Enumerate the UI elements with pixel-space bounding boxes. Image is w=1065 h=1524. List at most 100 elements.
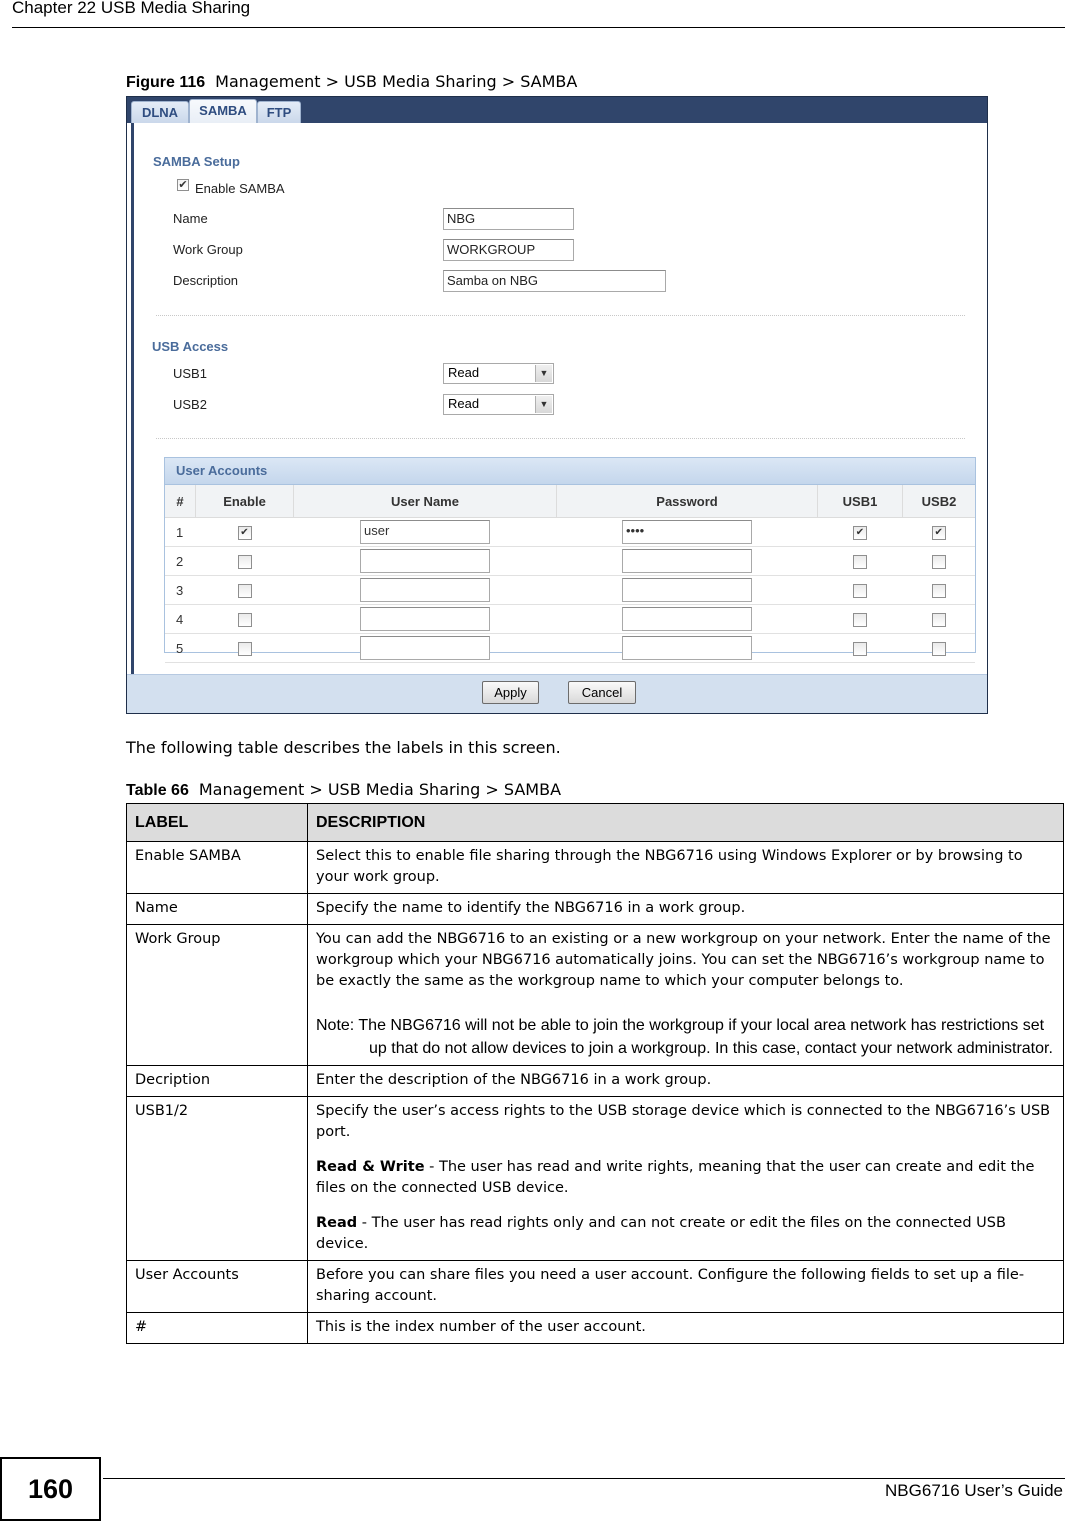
description-text: You can add the NBG6716 to an existing o… [316, 931, 1051, 989]
table-row: USB1/2 Specify the user’s access rights t… [126, 1096, 1064, 1261]
enable-cell [195, 546, 294, 576]
row-label: Work Group [126, 924, 308, 1066]
enable-checkbox[interactable] [237, 554, 252, 569]
table-row: 1 ✔ user •••• ✔ ✔ [165, 517, 975, 547]
user-accounts-table: # Enable User Name Password USB1 USB2 1 ✔… [165, 485, 975, 663]
enable-checkbox[interactable] [237, 612, 252, 627]
tab-ftp[interactable]: FTP [257, 101, 301, 124]
usb-access-title: USB Access [152, 339, 229, 354]
usb1-checkbox[interactable] [853, 554, 867, 569]
usb1-label: USB1 [173, 366, 207, 381]
table-caption: Table 66 Management > USB Media Sharing >… [126, 780, 561, 800]
username-input[interactable] [360, 636, 490, 660]
usb1-checkbox[interactable]: ✔ [853, 525, 867, 540]
row-description: Before you can share files you need a us… [307, 1260, 1064, 1313]
term-text: - The user has read rights only and can … [316, 1215, 1006, 1252]
usb2-checkbox[interactable] [931, 641, 946, 656]
term-text: - The user has read and write rights, me… [316, 1159, 1035, 1196]
row-label: Enable SAMBA [126, 841, 308, 894]
usb1-checkbox[interactable] [853, 612, 867, 627]
apply-button[interactable]: Apply [482, 681, 539, 704]
term-definition: Read - The user has read rights only and… [316, 1213, 1057, 1255]
row-description: Specify the name to identify the NBG6716… [307, 893, 1064, 925]
username-cell [293, 604, 557, 634]
table-header-row: # Enable User Name Password USB1 USB2 [165, 485, 975, 518]
row-index: 2 [165, 546, 196, 576]
row-description: Enter the description of the NBG6716 in … [307, 1065, 1064, 1097]
row-description: Specify the user’s access rights to the … [307, 1096, 1064, 1261]
description-input[interactable]: Samba on NBG [443, 270, 666, 292]
guide-title: NBG6716 User’s Guide [885, 1481, 1063, 1500]
col-enable: Enable [195, 485, 294, 518]
description-text: Before you can share files you need a us… [316, 1267, 1025, 1304]
row-index-value: 3 [176, 582, 184, 598]
table-row: Name Specify the name to identify the NBG… [126, 893, 1064, 925]
table-row: 2 [165, 546, 975, 576]
username-input[interactable]: user [360, 520, 490, 544]
name-input[interactable]: NBG [443, 208, 574, 230]
usb1-cell [817, 575, 903, 605]
enable-cell [195, 633, 294, 663]
enable-checkbox[interactable] [237, 583, 252, 598]
row-label: USB1/2 [126, 1096, 308, 1261]
password-input[interactable] [622, 578, 752, 602]
tab-samba[interactable]: SAMBA [189, 99, 257, 124]
password-input[interactable]: •••• [622, 520, 752, 544]
usb2-checkbox[interactable] [931, 583, 946, 598]
usb1-select-value: Read [448, 365, 480, 380]
password-input[interactable] [622, 636, 752, 660]
description-text: Specify the name to identify the NBG6716… [316, 900, 746, 916]
row-label: Name [126, 893, 308, 925]
enable-samba-checkbox[interactable]: ✔ [177, 179, 189, 191]
table-row: # This is the index number of the user ac… [126, 1312, 1064, 1344]
figure-label: Figure 116 [126, 74, 206, 91]
label-description-table: LABEL DESCRIPTION Enable SAMBA Select thi… [126, 803, 1064, 1344]
usb1-checkbox[interactable] [853, 641, 867, 656]
username-cell [293, 633, 557, 663]
table-row: Decription Enter the description of the N… [126, 1065, 1064, 1097]
usb2-checkbox[interactable] [931, 554, 946, 569]
username-input[interactable] [360, 549, 490, 573]
username-input[interactable] [360, 607, 490, 631]
tab-dlna[interactable]: DLNA [131, 101, 189, 124]
usb1-checkbox[interactable] [853, 583, 867, 598]
enable-cell [195, 604, 294, 634]
usb2-cell [902, 546, 975, 576]
footer-rule [103, 1478, 1065, 1479]
chapter-header: Chapter 22 USB Media Sharing [12, 0, 251, 17]
table-row: Enable SAMBA Select this to enable file s… [126, 841, 1064, 894]
usb2-select[interactable]: Read ▼ [443, 394, 554, 415]
cancel-button[interactable]: Cancel [568, 681, 636, 704]
row-index: 4 [165, 604, 196, 634]
password-cell [556, 546, 818, 576]
button-bar: Apply Cancel [127, 674, 987, 713]
password-input[interactable] [622, 607, 752, 631]
username-input[interactable] [360, 578, 490, 602]
enable-samba-label: Enable SAMBA [195, 181, 285, 196]
usb2-cell: ✔ [902, 517, 975, 547]
samba-screen: DLNA SAMBA FTP SAMBA Setup ✔ Enable SAMB… [126, 96, 988, 714]
row-description: Select this to enable file sharing throu… [307, 841, 1064, 894]
header-label: LABEL [126, 803, 308, 842]
workgroup-input[interactable]: WORKGROUP [443, 239, 574, 261]
col-username: User Name [293, 485, 557, 518]
description-text: This is the index number of the user acc… [316, 1319, 646, 1335]
usb1-select[interactable]: Read ▼ [443, 363, 554, 384]
tab-bar: DLNA SAMBA FTP [127, 97, 987, 124]
row-index: 5 [165, 633, 196, 663]
usb2-checkbox[interactable]: ✔ [931, 525, 946, 540]
samba-setup-title: SAMBA Setup [153, 154, 240, 169]
table-row: 5 [165, 633, 975, 663]
password-input[interactable] [622, 549, 752, 573]
enable-checkbox[interactable]: ✔ [237, 525, 252, 540]
col-password: Password [556, 485, 818, 518]
enable-checkbox[interactable] [237, 641, 252, 656]
name-label: Name [173, 211, 208, 226]
usb1-cell [817, 546, 903, 576]
row-index-value: 5 [176, 640, 184, 656]
row-description: This is the index number of the user acc… [307, 1312, 1064, 1344]
col-index: # [165, 485, 196, 518]
table-row: 4 [165, 604, 975, 634]
table-title: Management > USB Media Sharing > SAMBA [198, 780, 562, 799]
usb2-checkbox[interactable] [931, 612, 946, 627]
